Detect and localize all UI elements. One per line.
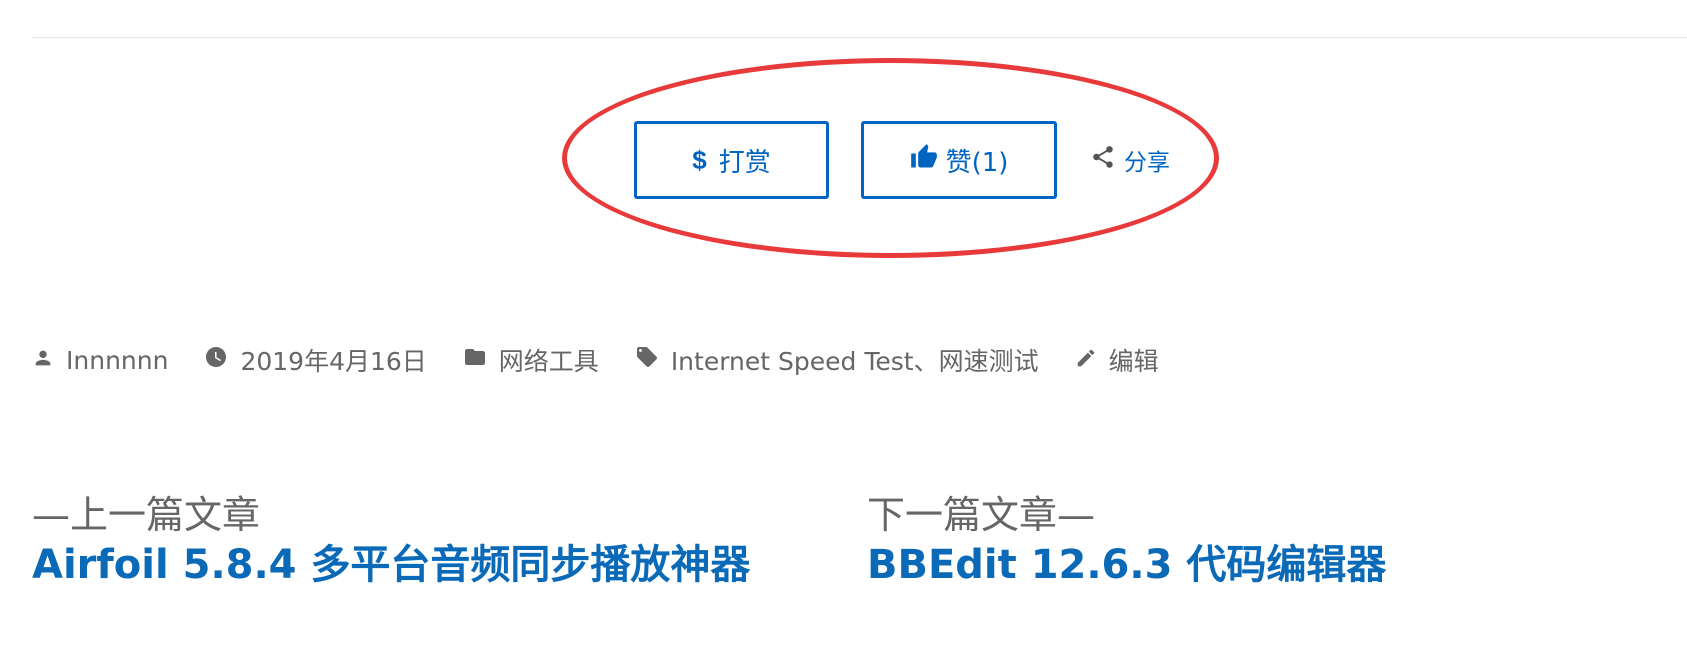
edit-link: 编辑: [1108, 347, 1159, 376]
next-post-label: 下一篇文章—: [867, 493, 1096, 537]
previous-post-label: —上一篇文章: [32, 493, 261, 537]
meta-edit[interactable]: 编辑: [1075, 342, 1159, 378]
like-button[interactable]: 赞(1): [861, 121, 1057, 199]
meta-tags[interactable]: Internet Speed Test、网速测试: [635, 342, 1039, 378]
next-post-nav: 下一篇文章— BBEdit 12.6.3 代码编辑器: [867, 490, 1386, 590]
thumbs-up-icon: [910, 143, 938, 178]
category-link: 网络工具: [498, 347, 599, 376]
share-icon: [1090, 143, 1116, 177]
author-name: Innnnnn: [66, 345, 169, 375]
previous-post-nav: —上一篇文章 Airfoil 5.8.4 多平台音频同步播放神器: [32, 490, 750, 590]
previous-post-link[interactable]: Airfoil 5.8.4 多平台音频同步播放神器: [32, 540, 750, 590]
next-post-link[interactable]: BBEdit 12.6.3 代码编辑器: [867, 540, 1386, 590]
reward-label: 打赏: [718, 147, 771, 178]
clock-icon: [204, 345, 228, 375]
tags-links: Internet Speed Test、网速测试: [670, 347, 1039, 376]
post-meta: Innnnnn 2019年4月16日 网络工具 Internet Speed T…: [32, 340, 1195, 380]
meta-author[interactable]: Innnnnn: [32, 346, 168, 375]
share-label: 分享: [1124, 150, 1170, 176]
meta-date[interactable]: 2019年4月16日: [204, 342, 427, 378]
folder-icon: [463, 345, 487, 375]
like-label: 赞(1): [945, 147, 1009, 178]
tag-icon: [635, 345, 659, 375]
post-date: 2019年4月16日: [240, 347, 427, 376]
meta-category[interactable]: 网络工具: [463, 342, 599, 378]
person-icon: [32, 346, 54, 375]
dollar-icon: $: [692, 144, 707, 175]
reward-button[interactable]: $ 打赏: [634, 121, 829, 199]
pencil-icon: [1075, 346, 1097, 375]
share-button[interactable]: 分享: [1090, 144, 1170, 176]
top-divider: [32, 37, 1687, 38]
